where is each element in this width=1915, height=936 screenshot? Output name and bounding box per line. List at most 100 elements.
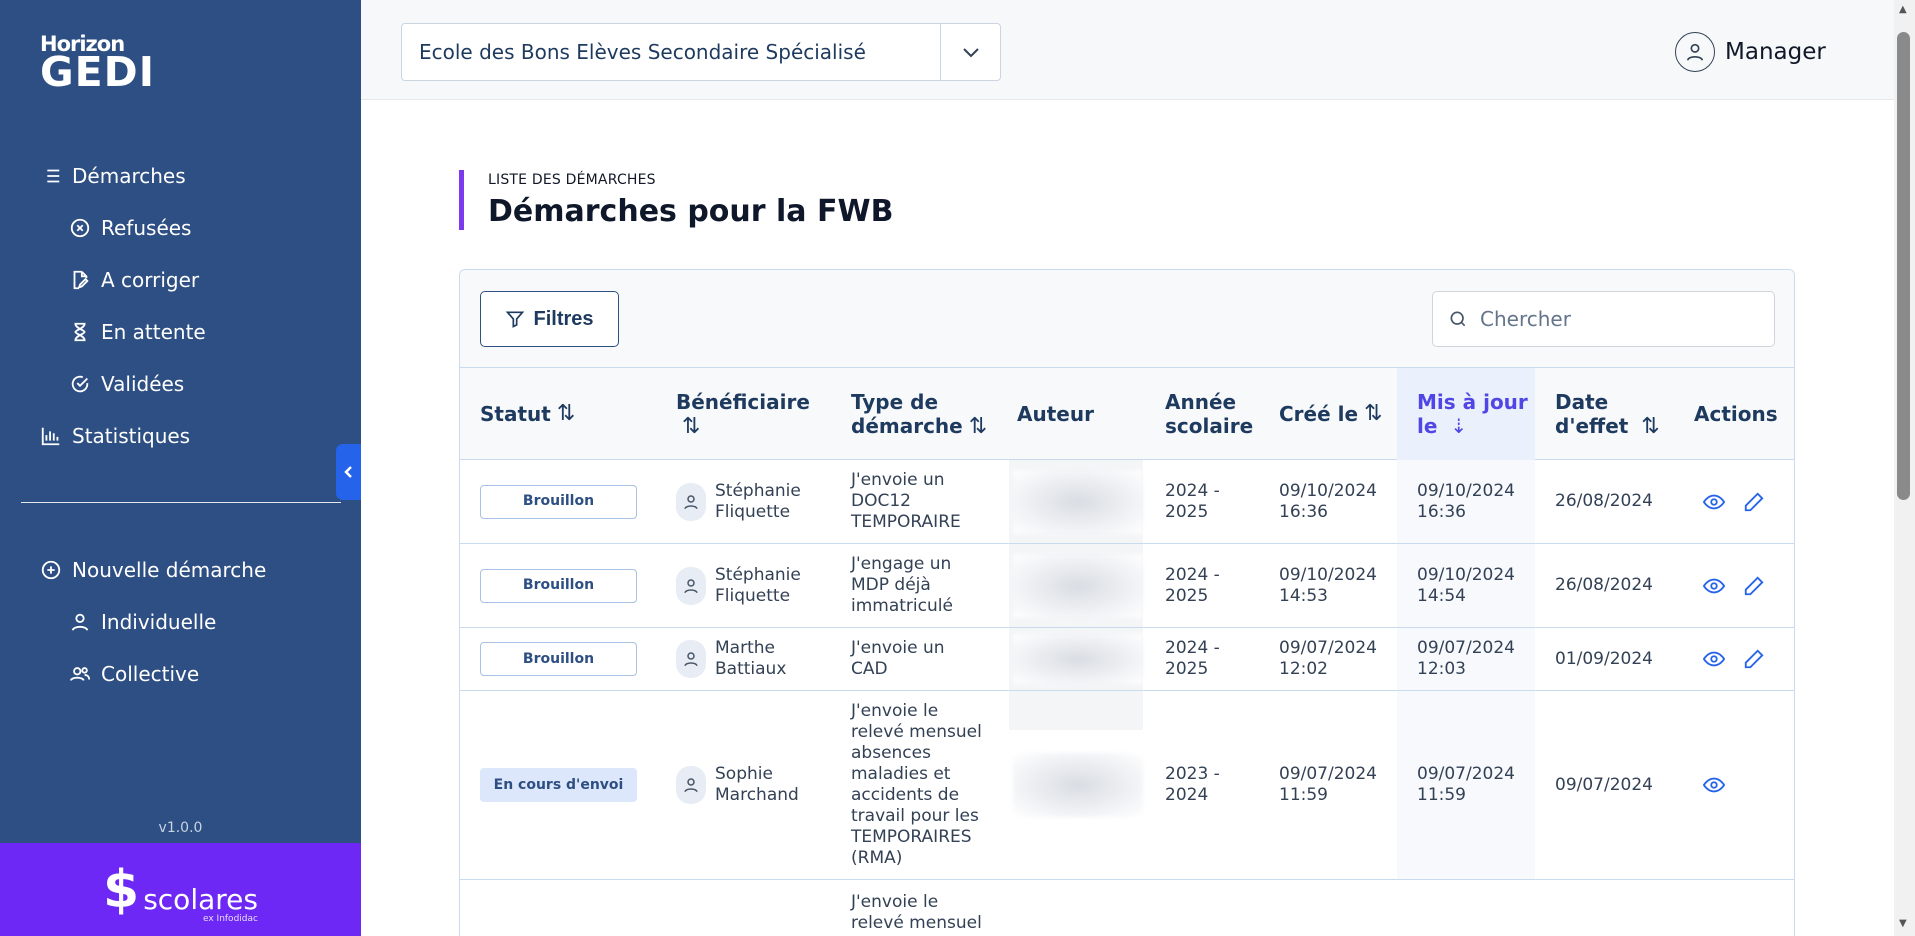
status-badge[interactable]: En cours d'envoi [480,768,637,802]
page-title: Démarches pour la FWB [488,194,894,229]
search-box[interactable] [1432,291,1775,347]
sidebar-item-en-attente[interactable]: En attente [69,320,206,344]
search-icon [1450,311,1466,327]
type-line: maladies et [851,764,951,784]
sort-icon: ⇅ [556,401,576,426]
type-line: accidents de [851,785,960,805]
beneficiary-first: Sophie [715,764,773,784]
type-line: DOC12 [851,491,911,511]
author-redacted [1013,553,1143,618]
type-line: absences [851,743,931,763]
user-icon [676,566,706,605]
created-time: 14:53 [1279,585,1328,606]
hourglass-icon [74,322,86,342]
page-scrollbar-thumb[interactable] [1897,32,1910,500]
school-select[interactable]: Ecole des Bons Elèves Secondaire Spécial… [401,23,1001,81]
scroll-up-arrow[interactable]: ▲ [1899,4,1907,15]
scolares-logo-icon: $ [103,859,140,920]
table-row[interactable]: J'envoie le relevé mensuel [460,880,1794,936]
filters-button[interactable]: Filtres [480,291,619,347]
updated-time: 14:54 [1417,585,1466,606]
table-toolbar: Filtres [460,270,1794,368]
created-date: 09/07/2024 [1279,638,1377,658]
author-redacted [1013,634,1143,684]
created-date: 09/10/2024 [1279,564,1377,585]
view-button[interactable] [1703,575,1725,597]
column-label: Bénéficiaire [676,389,810,414]
sidebar-item-collective[interactable]: Collective [69,662,199,686]
status-badge[interactable]: Brouillon [480,568,637,603]
search-input[interactable] [1480,307,1750,331]
type-line: J'envoie le [851,701,939,721]
sidebar-item-nouvelle-demarche[interactable]: Nouvelle démarche [40,558,266,582]
chevron-left-icon [343,466,352,478]
edit-button[interactable] [1743,575,1765,597]
created-time: 12:02 [1279,659,1328,679]
pencil-icon [1744,649,1764,669]
beneficiary-first: Stéphanie [715,480,801,501]
type-line: TEMPORAIRE [851,512,961,532]
x-circle-icon [70,218,90,238]
eye-icon [1703,777,1725,793]
filter-icon [506,311,525,328]
column-header-cree[interactable]: Créé le ⇅ [1279,368,1383,460]
type-line: J'envoie un [851,470,945,490]
column-header-type[interactable]: Type de démarche ⇅ [851,368,991,460]
app-logo[interactable]: Horizon GEDI [40,34,155,93]
user-icon [676,482,706,521]
logo-bottom-text: GEDI [40,48,155,96]
user-menu[interactable]: Manager [1675,32,1826,72]
view-button[interactable] [1703,491,1725,513]
type-line: (RMA) [851,848,903,868]
sidebar-collapse-button[interactable] [336,444,361,500]
sidebar-divider [21,502,341,503]
sidebar-item-demarches[interactable]: Démarches [40,164,186,188]
table-row[interactable]: Brouillon Stéphanie Fliquette J'envoie un… [460,460,1794,544]
column-header-effet[interactable]: Date d'effet ⇅ [1555,368,1675,460]
updated-date: 09/07/2024 [1417,638,1515,658]
table-row[interactable]: Brouillon Marthe Battiaux J'envoie un CAD … [460,628,1794,691]
table-row[interactable]: En cours d'envoi Sophie Marchand J'envoie… [460,691,1794,880]
sidebar-item-individuelle[interactable]: Individuelle [69,610,216,634]
bar-chart-icon [41,427,60,446]
brand-name: scolares [143,882,258,916]
column-header-statut[interactable]: Statut ⇅ [480,368,575,460]
edit-button[interactable] [1743,491,1765,513]
user-icon [1686,43,1704,61]
demarches-table-card: Filtres Statut⇅ Bénéficiaire⇅ Type dedém… [459,269,1795,936]
column-header-beneficiaire[interactable]: Bénéficiaire ⇅ [676,368,816,460]
column-header-maj[interactable]: Mis à jour le ⇣ [1397,368,1535,460]
author-redacted [1013,469,1143,534]
created-time: 11:59 [1279,785,1328,805]
sidebar-item-label: En attente [101,320,206,344]
sidebar-item-label: Nouvelle démarche [72,558,267,582]
edit-button[interactable] [1743,648,1765,670]
status-badge[interactable]: Brouillon [480,484,637,519]
school-select-toggle[interactable] [940,24,1000,80]
beneficiary-first: Stéphanie [715,564,801,585]
year-line: 2023 - [1165,764,1220,784]
chevron-down-icon [962,48,979,58]
year-line: 2025 [1165,585,1209,606]
users-icon [69,667,91,681]
sidebar-item-refusees[interactable]: Refusées [69,216,191,240]
filters-button-label: Filtres [533,307,594,330]
sidebar-item-label: Démarches [72,164,186,188]
table-row[interactable]: Brouillon Stéphanie Fliquette J'engage un… [460,544,1794,628]
topbar: Ecole des Bons Elèves Secondaire Spécial… [361,0,1915,100]
status-badge[interactable]: Brouillon [480,642,637,676]
view-button[interactable] [1703,774,1725,796]
sidebar-item-a-corriger[interactable]: A corriger [69,268,199,292]
view-button[interactable] [1703,648,1725,670]
avatar [1675,32,1715,72]
type-line: relevé mensuel [851,913,982,933]
scroll-down-arrow[interactable]: ▼ [1899,918,1907,929]
sort-icon: ⇅ [968,413,988,439]
sidebar-item-statistiques[interactable]: Statistiques [40,424,190,448]
updated-time: 12:03 [1417,659,1466,679]
sort-icon: ⇅ [682,413,701,439]
sidebar-item-label: Validées [101,372,185,396]
edit-file-icon [73,270,89,290]
sidebar-item-validees[interactable]: Validées [69,372,184,396]
check-circle-icon [71,375,89,393]
